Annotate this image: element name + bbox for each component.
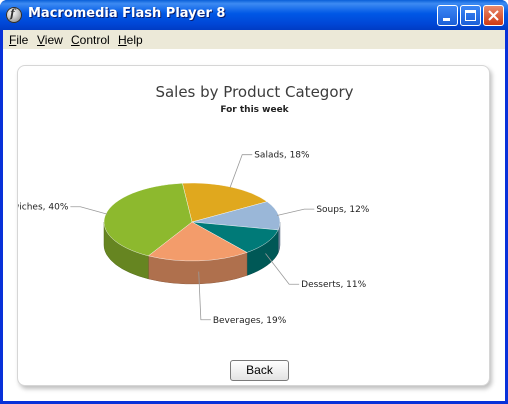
close-button[interactable] xyxy=(483,5,504,26)
slice-label: Desserts, 11% xyxy=(301,280,366,290)
minimize-icon xyxy=(443,18,450,21)
flash-stage: Sales by Product Category For this week … xyxy=(3,49,505,401)
menu-file[interactable]: File xyxy=(9,33,28,47)
menu-control[interactable]: Control xyxy=(71,33,110,47)
close-icon xyxy=(488,10,499,21)
back-button[interactable]: Back xyxy=(230,360,289,381)
slice-label: Salads, 18% xyxy=(254,151,310,161)
menu-bar: File View Control Help xyxy=(3,30,505,49)
window-title: Macromedia Flash Player 8 xyxy=(28,6,226,21)
maximize-button[interactable] xyxy=(460,5,481,26)
leader-line xyxy=(70,206,108,215)
slice-label: Sandwiches, 40% xyxy=(18,203,69,213)
flash-player-icon: f xyxy=(6,7,22,23)
maximize-icon xyxy=(465,10,476,21)
slice-label: Beverages, 19% xyxy=(213,316,287,326)
slice-label: Soups, 12% xyxy=(316,205,369,215)
minimize-button[interactable] xyxy=(437,5,458,26)
leader-line xyxy=(229,154,253,188)
pie-top xyxy=(103,182,281,262)
title-bar[interactable]: f Macromedia Flash Player 8 xyxy=(0,0,508,30)
leader-line xyxy=(276,208,315,216)
flash-player-window: f Macromedia Flash Player 8 File View Co… xyxy=(0,0,508,404)
menu-help[interactable]: Help xyxy=(118,33,143,47)
chart-panel: Sales by Product Category For this week … xyxy=(17,65,490,386)
menu-view[interactable]: View xyxy=(37,33,63,47)
pie-chart: Salads, 18% Soups, 12% Desserts, 11% Bevera… xyxy=(18,151,370,326)
